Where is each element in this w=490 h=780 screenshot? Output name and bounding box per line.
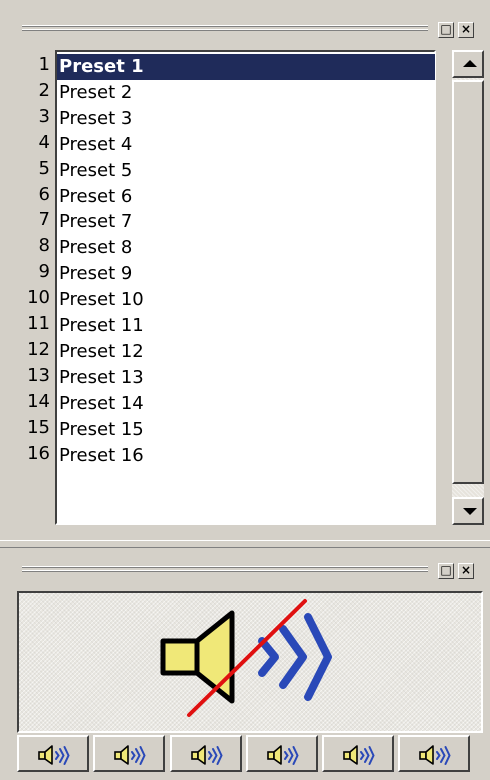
preset-list-item[interactable]: Preset 9 [57, 261, 435, 287]
preset-number: 9 [38, 261, 50, 283]
close-button[interactable]: × [458, 22, 474, 38]
scroll-thumb[interactable] [452, 80, 484, 484]
arrow-down-icon [463, 508, 477, 515]
preset-number: 15 [27, 416, 50, 438]
preset-list-item[interactable]: Preset 11 [57, 313, 435, 339]
preset-list-item[interactable]: Preset 15 [57, 417, 435, 443]
row-number-column: 1 2 3 4 5 6 7 8 9 10 11 12 13 14 15 16 [14, 52, 50, 522]
preset-number: 10 [27, 287, 50, 309]
preset-number: 2 [38, 79, 50, 101]
preset-list-item[interactable]: Preset 12 [57, 339, 435, 365]
preset-number: 4 [38, 131, 50, 153]
speaker-muted-icon [160, 599, 332, 717]
preset-list-item[interactable]: Preset 8 [57, 235, 435, 261]
preset-number: 12 [27, 338, 50, 360]
restore-button[interactable]: □ [438, 22, 454, 38]
mute-toggle-panel[interactable] [17, 591, 483, 733]
preset-list[interactable]: Preset 1 Preset 2 Preset 3 Preset 4 Preset 5… [55, 50, 436, 525]
speaker-icon [191, 745, 223, 765]
preset-list-item[interactable]: Preset 3 [57, 106, 435, 132]
top-window-grip[interactable] [22, 25, 428, 35]
preset-list-item[interactable]: Preset 4 [57, 132, 435, 158]
speaker-button-2[interactable] [93, 735, 165, 772]
pane-splitter[interactable] [0, 540, 490, 548]
speaker-icon [38, 745, 70, 765]
preset-list-item[interactable]: Preset 16 [57, 443, 435, 469]
restore-icon: □ [440, 563, 452, 577]
speaker-icon [267, 745, 299, 765]
speaker-button-4[interactable] [246, 735, 318, 772]
preset-list-item[interactable]: Preset 1 [57, 54, 435, 80]
preset-list-item[interactable]: Preset 14 [57, 391, 435, 417]
scroll-down-button[interactable] [452, 497, 484, 525]
preset-number: 8 [38, 235, 50, 257]
speaker-icon [114, 745, 146, 765]
bottom-restore-button[interactable]: □ [438, 563, 454, 579]
arrow-up-icon [463, 60, 477, 67]
preset-number: 16 [27, 442, 50, 464]
bottom-close-button[interactable]: × [458, 563, 474, 579]
preset-number: 11 [27, 313, 50, 334]
close-icon: × [460, 22, 472, 36]
preset-number: 14 [27, 390, 50, 412]
preset-number: 3 [38, 105, 50, 127]
speaker-button-3[interactable] [170, 735, 242, 772]
close-icon: × [460, 563, 472, 577]
preset-list-item[interactable]: Preset 6 [57, 184, 435, 210]
preset-number: 13 [27, 364, 50, 386]
scroll-up-button[interactable] [452, 50, 484, 78]
preset-number: 5 [38, 157, 50, 179]
preset-number: 6 [38, 183, 50, 205]
restore-icon: □ [440, 22, 452, 36]
list-scrollbar[interactable] [452, 50, 484, 525]
speaker-button-5[interactable] [322, 735, 394, 772]
preset-list-item[interactable]: Preset 2 [57, 80, 435, 106]
preset-list-item[interactable]: Preset 13 [57, 365, 435, 391]
speaker-icon [343, 745, 375, 765]
speaker-button-6[interactable] [398, 735, 470, 772]
speaker-button-1[interactable] [17, 735, 89, 772]
preset-number: 7 [38, 209, 50, 231]
preset-list-item[interactable]: Preset 7 [57, 209, 435, 235]
preset-list-item[interactable]: Preset 5 [57, 158, 435, 184]
preset-number: 1 [38, 54, 50, 75]
bottom-window-grip[interactable] [22, 566, 428, 576]
speaker-icon [419, 745, 451, 765]
preset-list-item[interactable]: Preset 10 [57, 287, 435, 313]
